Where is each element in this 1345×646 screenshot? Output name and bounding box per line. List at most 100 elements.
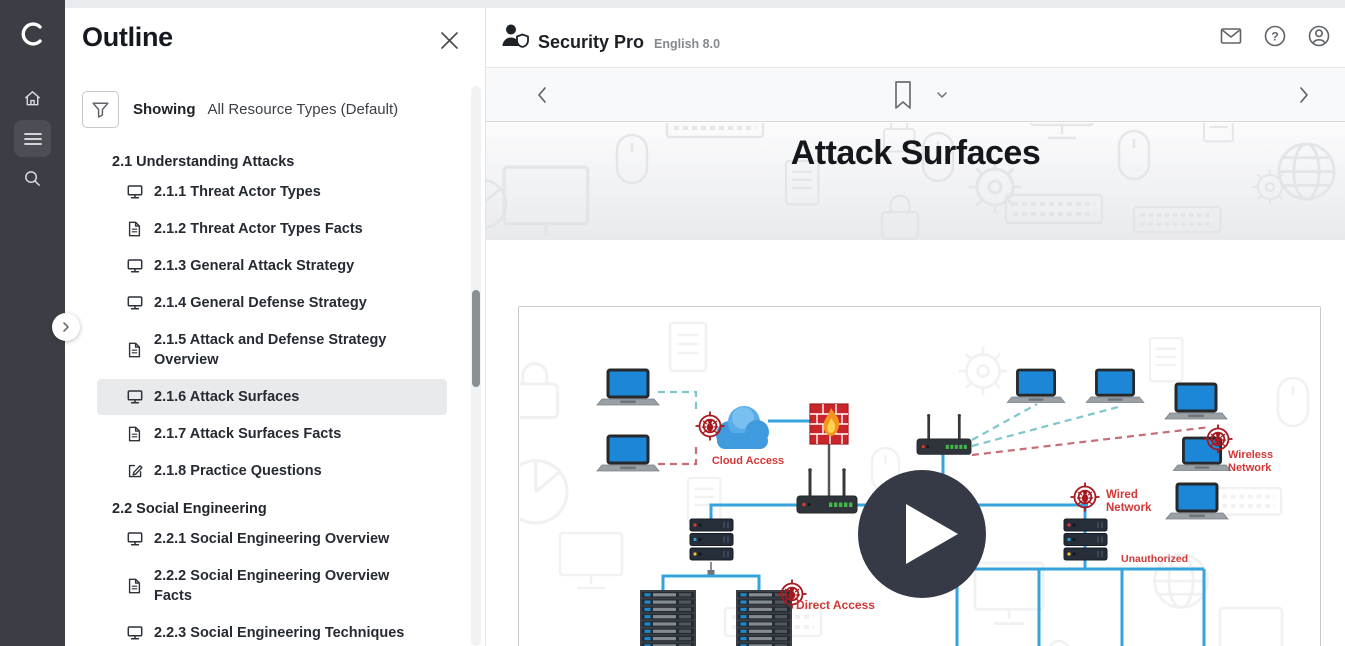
monitor-icon [127, 389, 143, 405]
document-icon [127, 221, 142, 237]
outline-item-label: 2.1.6 Attack Surfaces [154, 387, 299, 407]
close-icon [440, 31, 459, 50]
monitor-icon [127, 531, 143, 547]
svg-text:?: ? [1271, 29, 1278, 43]
label-direct-access: Direct Access [796, 599, 896, 612]
outline-menu-button[interactable] [14, 120, 51, 157]
server-stack [1064, 519, 1107, 560]
laptop [597, 370, 659, 405]
window-top-strip [65, 0, 1345, 8]
account-button[interactable] [1306, 23, 1332, 49]
brand-logo[interactable] [0, 14, 65, 54]
video-player[interactable]: Cloud Access Wireless Network Wired Netw… [518, 306, 1321, 646]
search-button[interactable] [14, 160, 51, 197]
outline-item[interactable]: 2.1.2 Threat Actor Types Facts [97, 211, 447, 247]
label-cloud-access: Cloud Access [705, 455, 791, 468]
outline-scrollbar-thumb[interactable] [472, 290, 480, 387]
outline-item[interactable]: 2.2.2 Social Engineering Overview Facts [97, 558, 447, 614]
outline-list: 2.1 Understanding Attacks 2.1.1 Threat Ac… [65, 142, 486, 646]
outline-item[interactable]: 2.1.6 Attack Surfaces [97, 379, 447, 415]
outline-item-label: 2.1.1 Threat Actor Types [154, 182, 321, 202]
home-button[interactable] [14, 80, 51, 117]
collapse-panel-button[interactable] [52, 313, 80, 341]
lesson-content: Cloud Access Wireless Network Wired Netw… [486, 240, 1345, 646]
document-icon [127, 426, 142, 442]
close-outline-button[interactable] [437, 28, 461, 52]
brand-c-icon [17, 18, 49, 50]
monitor-icon [127, 258, 143, 274]
monitor-icon [127, 625, 143, 641]
filter-funnel-icon [92, 102, 109, 118]
chevron-right-icon [1292, 84, 1314, 106]
monitor-icon [127, 295, 143, 311]
next-lesson-button[interactable] [1292, 84, 1314, 106]
cloud [716, 406, 769, 449]
monitor-icon [127, 184, 143, 200]
monitor-icon [127, 258, 143, 274]
label-unauthorized: Unauthorized [1121, 553, 1211, 566]
chevron-left-icon [532, 84, 554, 106]
network-diagram-thumbnail [520, 308, 1321, 646]
document-icon [127, 426, 143, 442]
bookmark-button[interactable] [891, 80, 915, 110]
lesson-navbar [486, 69, 1345, 122]
mail-icon [1219, 24, 1243, 48]
security-pro-course-icon [500, 22, 530, 48]
outline-item[interactable]: 2.1.8 Practice Questions [97, 453, 447, 489]
threat-bug-icon [1071, 483, 1100, 512]
edit-icon [127, 463, 143, 479]
help-button[interactable]: ? [1262, 23, 1288, 49]
document-icon [127, 578, 143, 594]
filter-button[interactable] [82, 91, 119, 128]
document-icon [127, 342, 143, 358]
document-icon [127, 342, 142, 358]
outline-panel: Outline Showing All Resource Types (Defa… [65, 8, 486, 646]
firewall [810, 404, 848, 444]
outline-item-label: 2.1.8 Practice Questions [154, 461, 322, 481]
course-title: Security Pro [538, 32, 644, 53]
outline-item[interactable]: 2.1.5 Attack and Defense Strategy Overvi… [97, 322, 447, 378]
mail-button[interactable] [1218, 23, 1244, 49]
edit-icon [127, 463, 143, 479]
previous-lesson-button[interactable] [532, 84, 554, 106]
lesson-title: Attack Surfaces [486, 134, 1345, 173]
outline-item[interactable]: 2.1.7 Attack Surfaces Facts [97, 416, 447, 452]
wireless-router [917, 414, 971, 454]
outline-item[interactable]: 2.2.1 Social Engineering Overview [97, 521, 447, 557]
outline-section-label[interactable]: 2.1 Understanding Attacks [112, 154, 486, 170]
outline-title: Outline [82, 22, 173, 53]
monitor-icon [127, 295, 143, 311]
bookmark-icon [891, 80, 915, 110]
laptop [597, 436, 659, 471]
outline-item-label: 2.2.2 Social Engineering Overview Facts [154, 566, 416, 606]
chevron-right-icon [61, 321, 71, 333]
main-area: Security Pro English 8.0 ? [486, 0, 1345, 646]
outline-item[interactable]: 2.1.4 General Defense Strategy [97, 285, 447, 321]
outline-item-label: 2.2.3 Social Engineering Techniques [154, 623, 404, 643]
outline-item[interactable]: 2.2.3 Social Engineering Techniques [97, 615, 447, 646]
chevron-down-icon [934, 87, 950, 103]
home-icon [23, 89, 42, 108]
document-icon [127, 578, 142, 594]
monitor-icon [127, 531, 143, 547]
bookmark-dropdown-button[interactable] [934, 87, 950, 103]
filter-value[interactable]: All Resource Types (Default) [208, 101, 399, 118]
outline-section-label[interactable]: 2.2 Social Engineering [112, 501, 486, 517]
app-window: Outline Showing All Resource Types (Defa… [0, 0, 1345, 646]
lesson-banner: Attack Surfaces [486, 123, 1345, 240]
outline-item-label: 2.1.5 Attack and Defense Strategy Overvi… [154, 330, 416, 370]
outline-item-label: 2.1.7 Attack Surfaces Facts [154, 424, 341, 444]
label-wired-network: Wired Network [1106, 489, 1158, 515]
outline-item[interactable]: 2.1.3 General Attack Strategy [97, 248, 447, 284]
laptop [1007, 370, 1065, 403]
outline-item-label: 2.2.1 Social Engineering Overview [154, 529, 389, 549]
monitor-icon [127, 389, 143, 405]
laptop [1166, 484, 1228, 519]
outline-item[interactable]: 2.1.1 Threat Actor Types [97, 174, 447, 210]
play-button[interactable] [858, 470, 986, 598]
menu-icon [24, 132, 42, 146]
document-icon [127, 221, 143, 237]
outline-item-label: 2.1.2 Threat Actor Types Facts [154, 219, 363, 239]
filter-showing-label: Showing [133, 101, 196, 118]
monitor-icon [127, 184, 143, 200]
